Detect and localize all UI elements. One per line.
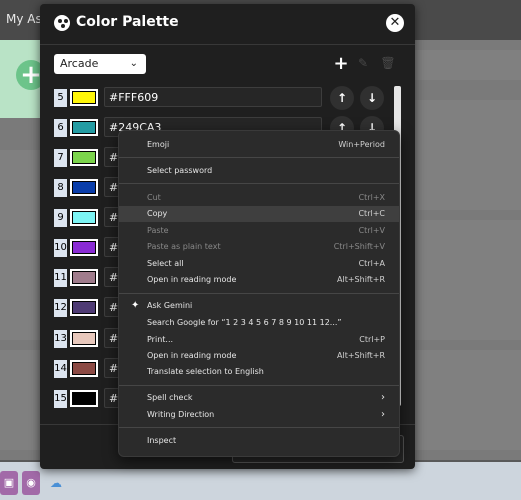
color-swatch[interactable] — [70, 390, 98, 407]
menu-item-reading-mode-2[interactable]: Open in reading mode Alt+Shift+R — [119, 348, 399, 364]
color-swatch[interactable] — [70, 179, 98, 196]
menu-item-translate[interactable]: Translate selection to English — [119, 364, 399, 380]
menu-item-paste[interactable]: Paste Ctrl+V — [119, 223, 399, 239]
palette-icon — [54, 15, 70, 31]
dialog-title: Color Palette — [76, 14, 179, 30]
color-swatch[interactable] — [70, 299, 98, 316]
menu-item-print[interactable]: Print... Ctrl+P — [119, 332, 399, 348]
chevron-right-icon: › — [381, 392, 385, 403]
row-number: 10 — [54, 239, 67, 257]
menu-item-spell-check[interactable]: Spell check › — [119, 390, 399, 406]
menu-separator — [119, 183, 399, 184]
menu-item-ask-gemini[interactable]: ✦ Ask Gemini — [119, 298, 399, 314]
row-number: 8 — [54, 179, 67, 197]
color-swatch[interactable] — [70, 360, 98, 377]
row-number: 15 — [54, 390, 67, 408]
row-number: 5 — [54, 89, 67, 107]
menu-separator — [119, 427, 399, 428]
color-swatch[interactable] — [70, 239, 98, 256]
menu-item-select-password[interactable]: Select password — [119, 163, 399, 179]
color-row: 5 #FFF609 ↑ ↓ — [54, 86, 389, 110]
menu-item-paste-plain-text[interactable]: Paste as plain text Ctrl+Shift+V — [119, 239, 399, 255]
chevron-right-icon: › — [381, 409, 385, 420]
color-swatch[interactable] — [70, 269, 98, 286]
gemini-sparkle-icon: ✦ — [131, 300, 140, 311]
menu-item-reading-mode[interactable]: Open in reading mode Alt+Shift+R — [119, 272, 399, 288]
menu-separator — [119, 385, 399, 386]
delete-icon[interactable]: 🗑 — [380, 56, 396, 72]
github-icon[interactable]: ◉ — [22, 471, 40, 495]
menu-item-writing-direction[interactable]: Writing Direction › — [119, 407, 399, 423]
color-swatch[interactable] — [70, 89, 98, 106]
color-swatch[interactable] — [70, 149, 98, 166]
row-number: 12 — [54, 299, 67, 317]
menu-separator — [119, 293, 399, 294]
color-swatch[interactable] — [70, 119, 98, 136]
row-number: 11 — [54, 269, 67, 287]
edit-icon[interactable]: ✎ — [355, 56, 371, 72]
menu-item-copy[interactable]: Copy Ctrl+C — [119, 206, 399, 222]
dialog-header: Color Palette ✕ — [40, 4, 415, 45]
menu-separator — [119, 157, 399, 158]
lock-icon[interactable]: ▣ — [0, 471, 18, 495]
menu-item-select-all[interactable]: Select all Ctrl+A — [119, 256, 399, 272]
chevron-down-icon: ⌄ — [129, 58, 138, 69]
close-icon[interactable]: ✕ — [386, 14, 404, 32]
menu-item-emoji[interactable]: Emoji Win+Period — [119, 137, 399, 153]
menu-item-search-google[interactable]: Search Google for “1 2 3 4 5 6 7 8 9 10 … — [119, 315, 399, 331]
color-swatch[interactable] — [70, 330, 98, 347]
arrow-up-icon[interactable]: ↑ — [330, 86, 354, 110]
row-number: 7 — [54, 149, 67, 167]
row-number: 14 — [54, 360, 67, 378]
row-number: 9 — [54, 209, 67, 227]
row-number: 13 — [54, 330, 67, 348]
add-icon[interactable]: + — [333, 54, 349, 74]
context-menu: Emoji Win+Period Select password Cut Ctr… — [118, 130, 400, 457]
hex-input[interactable]: #FFF609 — [104, 87, 322, 107]
color-swatch[interactable] — [70, 209, 98, 226]
palette-select-value: Arcade — [60, 57, 99, 70]
arrow-down-icon[interactable]: ↓ — [360, 86, 384, 110]
row-number: 6 — [54, 119, 67, 137]
menu-item-inspect[interactable]: Inspect — [119, 433, 399, 449]
cloud-icon[interactable]: ☁ — [50, 476, 62, 490]
palette-select[interactable]: Arcade ⌄ — [54, 54, 146, 74]
menu-item-cut[interactable]: Cut Ctrl+X — [119, 190, 399, 206]
